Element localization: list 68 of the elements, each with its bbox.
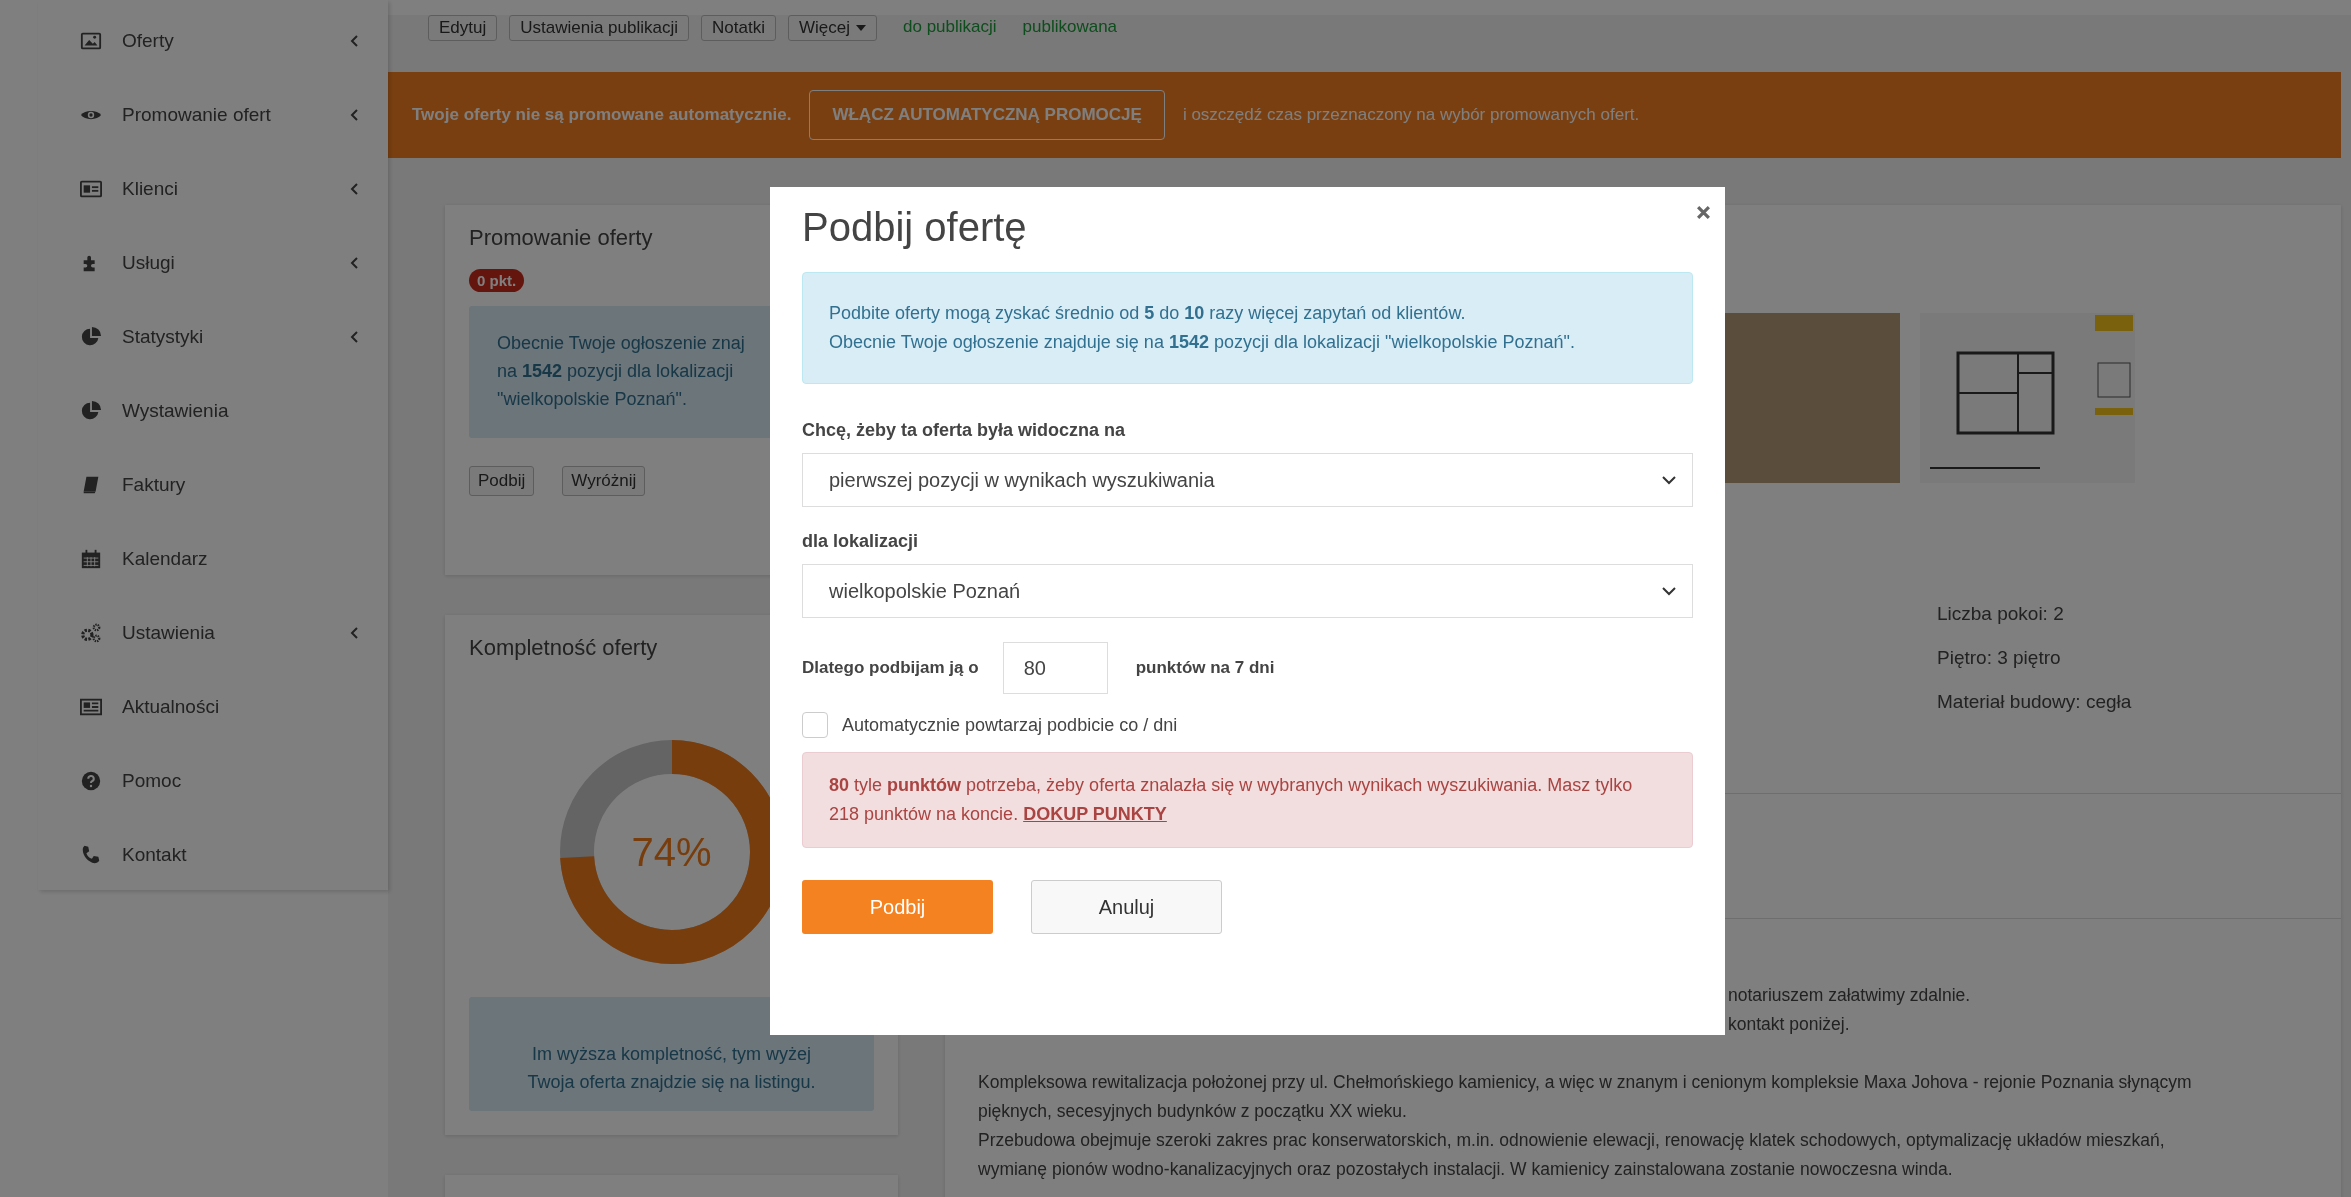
status-link[interactable]: do publikacji: [903, 15, 997, 37]
alert-text: 80 tyle punktów potrzeba, żeby oferta znalazła się w wybranych wynikach wyszukiwania. Masz tylko 218 punktów na koncie. DOKUP PUNKTY: [829, 774, 1634, 826]
field-label: punktów na 7 dni: [1135, 658, 1275, 678]
sidebar-item[interactable]: Statystyki: [38, 300, 388, 374]
description-text: Przebudowa obejmuje szeroki zakres prac konserwatorskich, m.in. odnowienie elewacji, renowację klatek schodowych, optymalizację układów mieszkań,: [978, 1129, 2166, 1152]
gears-icon: [80, 622, 102, 644]
toolbar-button[interactable]: Więcej: [788, 15, 877, 41]
description-text: pięknych, secesyjnych budynków z początku XX wieku.: [978, 1100, 1408, 1123]
checkbox-label: Automatycznie powtarzaj podbicie co / dni: [842, 714, 1178, 736]
image-icon: [80, 30, 102, 52]
sidebar-item[interactable]: Wystawienia: [38, 374, 388, 448]
status-link[interactable]: publikowana: [1022, 15, 1118, 37]
position-select[interactable]: pierwszej pozycji w wynikach wyszukiwania: [802, 453, 1693, 507]
caret-down-icon: [856, 25, 866, 31]
confirm-button[interactable]: Podbij: [802, 880, 993, 934]
card-title: Kompletność oferty: [469, 635, 659, 661]
banner-note: i oszczędź czas przeznaczony na wybór promowanych ofert.: [1182, 105, 1640, 125]
id-card-icon: [80, 178, 102, 200]
points-badge: 0 pkt.: [469, 269, 525, 292]
sidebar-item[interactable]: Usługi: [38, 226, 388, 300]
sidebar-item[interactable]: Promowanie ofert: [38, 78, 388, 152]
help-icon: [80, 770, 102, 792]
description-text: Kompleksowa rewitalizacja położonej przy ul. Chełmońskiego kamienicy, a więc w znanym i cenionym kompleksie Maxa Johova - rejonie Poznania słynącym: [978, 1071, 2193, 1094]
pie-chart-icon: [80, 400, 102, 422]
field-label: dla lokalizacji: [802, 531, 920, 552]
sidebar-item[interactable]: Kontakt: [38, 818, 388, 892]
sidebar-item[interactable]: Klienci: [38, 152, 388, 226]
toolbar-button[interactable]: Edytuj: [428, 15, 498, 41]
toolbar-button[interactable]: Ustawienia publikacji: [509, 15, 690, 41]
sidebar-item[interactable]: Oferty: [38, 4, 388, 78]
buy-points-link[interactable]: DOKUP PUNKTY: [1023, 804, 1167, 824]
info-text: na 1542 pozycji dla lokalizacji: [497, 359, 735, 383]
sidebar-item[interactable]: Pomoc: [38, 744, 388, 818]
sidebar-item[interactable]: Ustawienia: [38, 596, 388, 670]
spec-text: Piętro: 3 piętro: [1937, 647, 2062, 669]
pie-chart-icon: [80, 326, 102, 348]
repeat-checkbox[interactable]: [802, 712, 828, 738]
sidebar-item[interactable]: Aktualności: [38, 670, 388, 744]
chevron-down-icon: [1662, 475, 1676, 485]
card-button[interactable]: Podbij: [469, 465, 535, 496]
dialog-title: Podbij ofertę: [802, 205, 1028, 250]
info-text: Podbite oferty mogą zyskać średnio od 5 do 10 razy więcej zapytań od klientów.: [829, 302, 1467, 325]
info-text: Im wyższa kompletność, tym wyżej: [530, 1043, 813, 1066]
points-input[interactable]: 80: [1002, 642, 1108, 694]
close-icon[interactable]: [1696, 205, 1711, 220]
completeness-percent: 74%: [631, 829, 712, 875]
description-text: kontakt poniżej.: [1727, 1013, 1851, 1036]
toolbar-button[interactable]: Notatki: [701, 15, 776, 41]
sidebar-item[interactable]: Kalendarz: [38, 522, 388, 596]
spec-text: Materiał budowy: cegła: [1937, 691, 2133, 713]
info-text: "wielkopolskie Poznań".: [497, 387, 688, 411]
sidebar-item[interactable]: Faktury: [38, 448, 388, 522]
location-select[interactable]: wielkopolskie Poznań: [802, 564, 1693, 618]
info-text: Twoja oferta znajdzie się na listingu.: [526, 1070, 817, 1094]
chevron-down-icon: [1662, 586, 1676, 596]
spec-text: Liczba pokoi: 2: [1937, 603, 2065, 625]
phone-icon: [80, 844, 102, 866]
enable-promotion-button[interactable]: WŁĄCZ AUTOMATYCZNĄ PROMOCJĘ: [809, 90, 1165, 140]
cancel-button[interactable]: Anuluj: [1031, 880, 1222, 934]
field-label: Chcę, żeby ta oferta była widoczna na: [802, 420, 1127, 441]
field-label: Dlatego podbijam ją o: [802, 658, 979, 678]
newspaper-icon: [80, 696, 102, 718]
banner-text: Twoje oferty nie są promowane automatycznie.: [412, 105, 792, 125]
description-text: notariuszem załatwimy zdalnie.: [1727, 984, 1972, 1007]
card-button[interactable]: Wyróżnij: [562, 465, 646, 496]
info-text: Obecnie Twoje ogłoszenie znajduje się na 1542 pozycji dla lokalizacji "wielkopolskie Poznań".: [829, 331, 1576, 354]
description-text: wymianę pionów wodno-kanalizacyjnych oraz pozostałych instalacji. W kamienicy zainstalowana zostanie nowoczesna winda.: [978, 1158, 1954, 1181]
calendar-icon: [80, 548, 102, 570]
